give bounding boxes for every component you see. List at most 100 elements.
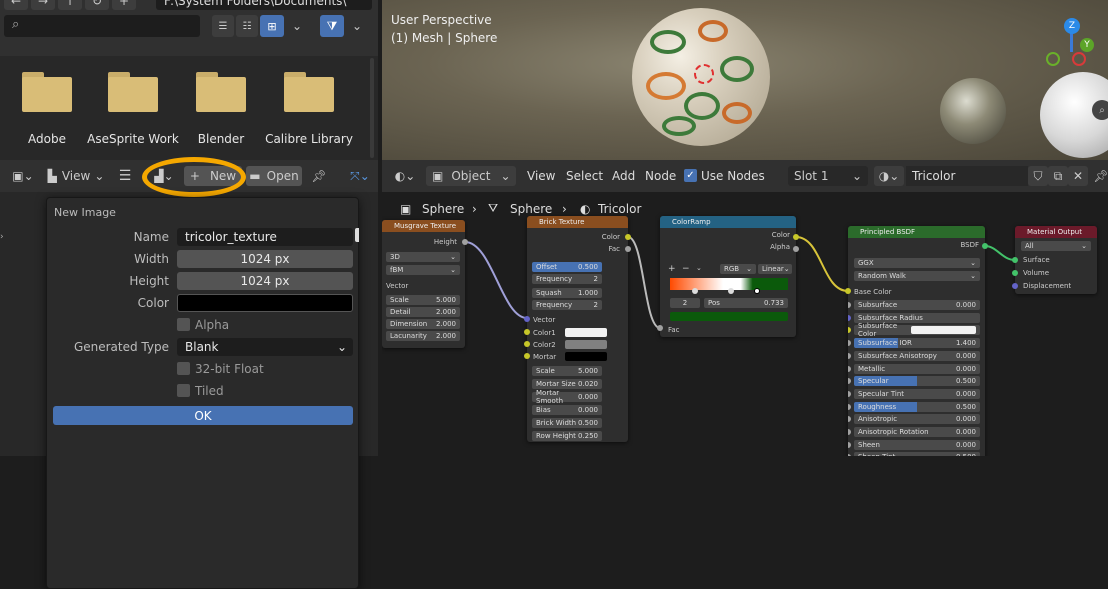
output-socket[interactable] bbox=[462, 239, 468, 245]
chevron-down-icon[interactable]: ⌄ bbox=[696, 264, 702, 272]
input-field[interactable]: Detail 2.000 bbox=[386, 307, 460, 317]
display-vertical-list-button[interactable]: ☰ bbox=[212, 15, 234, 37]
input-field[interactable]: Row Height 0.250 bbox=[532, 431, 602, 441]
input-field[interactable]: Frequency 2 bbox=[532, 274, 602, 284]
shader-node-editor[interactable]: ◐⌄ ▣ Object ⌄ View Select Add Node ✓ Use N… bbox=[382, 160, 1108, 456]
generated-type-dropdown[interactable]: Blank ⌄ bbox=[177, 338, 353, 356]
width-field[interactable]: 1024 px bbox=[177, 250, 353, 268]
output-socket[interactable] bbox=[793, 234, 799, 240]
interpolation-dropdown[interactable]: Linear ⌄ bbox=[758, 264, 792, 274]
input-socket[interactable] bbox=[848, 314, 851, 321]
remove-stop-button[interactable]: − bbox=[682, 264, 690, 274]
add-stop-button[interactable]: + bbox=[668, 264, 676, 274]
color-swatch[interactable] bbox=[177, 294, 353, 312]
input-socket[interactable] bbox=[848, 378, 851, 385]
display-options-dropdown[interactable]: ⌄ bbox=[286, 15, 308, 37]
color-stop-handle[interactable] bbox=[754, 288, 760, 294]
forward-button[interactable]: → bbox=[31, 0, 55, 10]
input-socket[interactable] bbox=[848, 327, 851, 334]
input-field[interactable]: Dimension 2.000 bbox=[386, 319, 460, 329]
input-field[interactable]: Mortar Size 0.020 bbox=[532, 379, 602, 389]
input-field[interactable]: Scale 5.000 bbox=[532, 366, 602, 376]
node-title[interactable]: Principled BSDF bbox=[848, 226, 985, 238]
zoom-icon[interactable]: ⌕ bbox=[1092, 100, 1108, 120]
input-field[interactable]: Bias 0.000 bbox=[532, 405, 602, 415]
neg-y-axis-icon[interactable] bbox=[1046, 52, 1060, 66]
colorramp-node[interactable]: ColorRamp Color Alpha + − ⌄ RGB ⌄ Linear ⌄… bbox=[660, 216, 796, 337]
dimensions-dropdown[interactable]: 3D ⌄ bbox=[386, 252, 460, 262]
folder-icon[interactable] bbox=[108, 72, 158, 112]
node-title[interactable]: Material Output bbox=[1015, 226, 1097, 238]
color2-swatch[interactable] bbox=[565, 340, 607, 349]
input-field[interactable]: Anisotropic 0.000 bbox=[854, 414, 980, 425]
color-mode-dropdown[interactable]: RGB ⌄ bbox=[720, 264, 756, 274]
file-browser-scrollbar[interactable] bbox=[370, 58, 374, 158]
color1-swatch[interactable] bbox=[565, 328, 607, 337]
input-field[interactable]: Offset 0.500 bbox=[532, 262, 602, 272]
input-field[interactable]: Lacunarity 2.000 bbox=[386, 331, 460, 341]
input-field[interactable]: Squash 1.000 bbox=[532, 288, 602, 298]
input-field[interactable]: Specular Tint 0.000 bbox=[854, 388, 980, 399]
display-horizontal-list-button[interactable]: ☷ bbox=[236, 15, 258, 37]
input-socket[interactable] bbox=[845, 288, 851, 294]
input-field[interactable]: Metallic 0.000 bbox=[854, 363, 980, 374]
target-dropdown[interactable]: All ⌄ bbox=[1021, 241, 1091, 251]
type-dropdown[interactable]: fBM ⌄ bbox=[386, 265, 460, 275]
folder-icon[interactable] bbox=[22, 72, 72, 112]
refresh-button[interactable]: ↻ bbox=[85, 0, 109, 10]
back-button[interactable]: ← bbox=[4, 0, 28, 10]
folder-label[interactable]: Calibre Library bbox=[249, 132, 369, 146]
input-socket[interactable] bbox=[524, 316, 530, 322]
folder-icon[interactable] bbox=[284, 72, 334, 112]
principled-bsdf-node[interactable]: Principled BSDF BSDF GGX ⌄ Random Walk ⌄ B… bbox=[848, 226, 985, 456]
input-socket[interactable] bbox=[848, 390, 851, 397]
input-socket[interactable] bbox=[524, 329, 530, 335]
input-field[interactable]: Sheen Tint0.500 bbox=[854, 452, 980, 456]
editor-type-button[interactable]: ▣⌄ bbox=[8, 166, 38, 186]
filter-toggle-button[interactable]: ⧩ bbox=[320, 15, 344, 37]
navigation-gizmo[interactable]: Z Y bbox=[1046, 18, 1106, 78]
filter-options-dropdown[interactable]: ⌄ bbox=[346, 15, 368, 37]
parent-directory-button[interactable]: ↑ bbox=[58, 0, 82, 10]
folder-icon[interactable] bbox=[196, 72, 246, 112]
active-tool-button[interactable]: ⤧⌄ bbox=[344, 166, 376, 186]
input-socket[interactable] bbox=[848, 403, 851, 410]
height-field[interactable]: 1024 px bbox=[177, 272, 353, 290]
float-checkbox[interactable] bbox=[177, 362, 190, 375]
subsurface-method-dropdown[interactable]: Random Walk ⌄ bbox=[854, 271, 980, 281]
subsurface-color-swatch[interactable] bbox=[911, 326, 976, 335]
input-field[interactable]: Mortar Smooth 0.000 bbox=[532, 389, 602, 405]
input-socket[interactable] bbox=[848, 416, 851, 423]
input-socket[interactable] bbox=[524, 353, 530, 359]
ok-button[interactable]: OK bbox=[53, 406, 353, 425]
pin-button[interactable]: 📌︎ bbox=[310, 166, 328, 186]
3d-cursor[interactable] bbox=[694, 64, 714, 84]
3d-viewport[interactable]: User Perspective (1) Mesh | Sphere Z Y ⌕ bbox=[382, 0, 1108, 160]
input-field[interactable]: Subsurface 0.000 bbox=[854, 300, 980, 310]
neg-x-axis-icon[interactable] bbox=[1072, 52, 1086, 66]
view-mode-dropdown[interactable]: ▙ View ⌄ bbox=[45, 166, 107, 186]
input-field[interactable]: Specular 0.500 bbox=[854, 376, 980, 387]
display-thumbnails-button[interactable]: ⊞ bbox=[260, 15, 284, 37]
stop-color-swatch[interactable] bbox=[670, 312, 788, 321]
input-socket[interactable] bbox=[848, 441, 851, 448]
input-socket[interactable] bbox=[1012, 257, 1018, 263]
node-title[interactable]: Musgrave Texture bbox=[382, 220, 465, 232]
output-socket[interactable] bbox=[793, 246, 799, 252]
tiled-checkbox[interactable] bbox=[177, 384, 190, 397]
name-input[interactable]: tricolor_texture bbox=[177, 228, 353, 246]
output-socket[interactable] bbox=[982, 243, 988, 249]
output-socket[interactable] bbox=[625, 246, 631, 252]
path-field[interactable]: F:\System Folders\Documents\ bbox=[156, 0, 372, 10]
stop-position-field[interactable]: Pos 0.733 bbox=[704, 298, 788, 308]
alpha-checkbox[interactable] bbox=[177, 318, 190, 331]
stop-index-field[interactable]: 2 bbox=[670, 298, 700, 308]
input-field[interactable]: Scale 5.000 bbox=[386, 295, 460, 305]
input-field[interactable]: Frequency 2 bbox=[532, 300, 602, 310]
z-axis-icon[interactable]: Z bbox=[1064, 18, 1080, 34]
input-socket[interactable] bbox=[1012, 270, 1018, 276]
menu-button[interactable]: ☰ bbox=[115, 166, 135, 186]
new-folder-button[interactable]: + bbox=[112, 0, 136, 10]
chevron-right-icon[interactable]: › bbox=[0, 232, 6, 244]
color-stop-handle[interactable] bbox=[692, 288, 698, 294]
